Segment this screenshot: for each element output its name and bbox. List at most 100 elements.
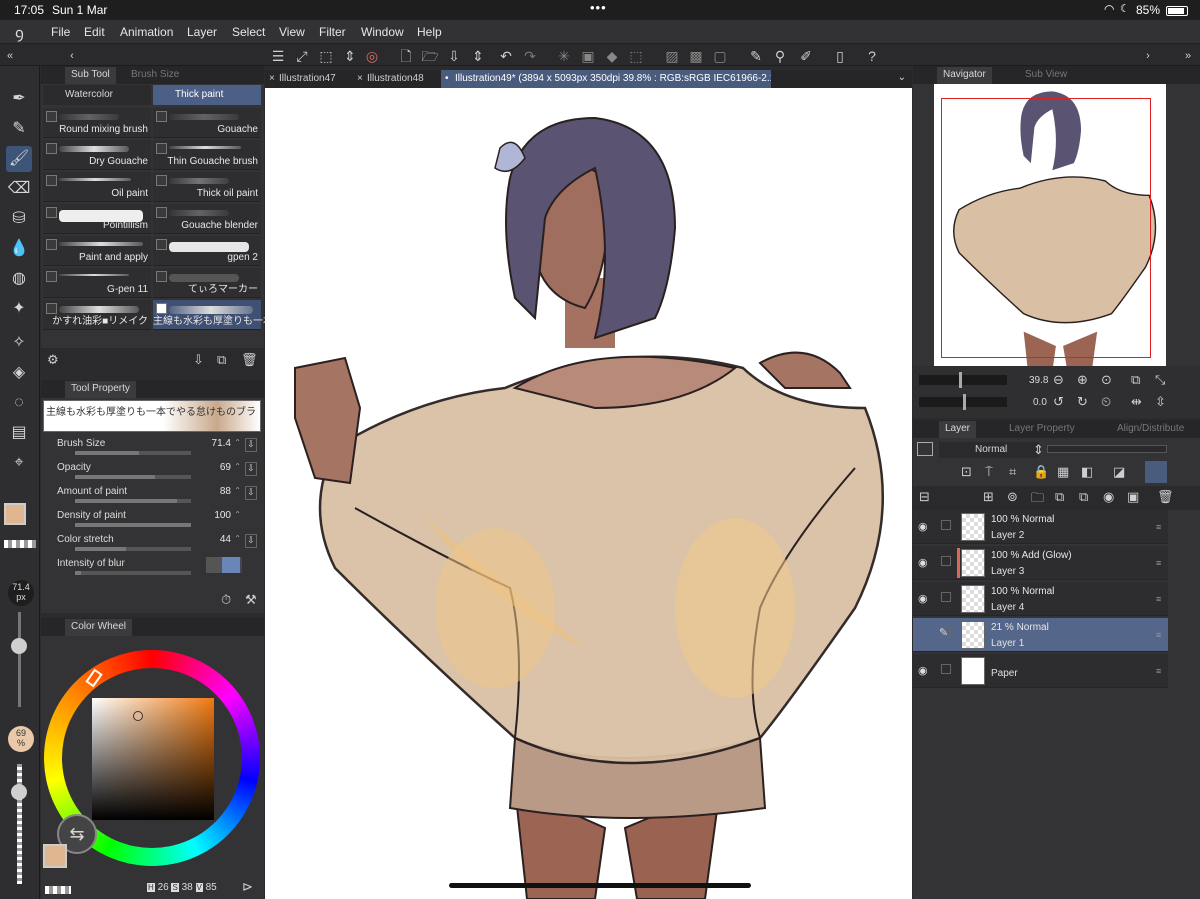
menu-file[interactable]: File [51,25,70,39]
menu-edit[interactable]: Edit [84,25,105,39]
property-slider[interactable] [75,499,191,503]
actual-size-icon[interactable]: ⊙ [1101,372,1112,388]
layer-row[interactable]: ◉ Paper ≡ [913,654,1168,688]
ruler-pen-icon[interactable]: ✎ [746,46,766,66]
snap-icon[interactable]: ⚲ [770,46,790,66]
viewport-rectangle[interactable] [941,98,1151,358]
fit-window-icon[interactable]: ⧉ [1131,372,1140,388]
menu-help[interactable]: Help [417,25,442,39]
rotate-slider[interactable] [919,394,1007,410]
stepper-icon[interactable]: ⌃ [234,534,241,543]
brush-item[interactable]: Gouache blender [153,204,261,234]
dynamics-icon[interactable]: ⇩ [245,462,257,476]
open-folder-icon[interactable]: 🗁 [420,46,440,66]
property-value[interactable]: 88 [220,486,231,497]
show-selection-icon[interactable]: ▢ [710,46,730,66]
property-value[interactable]: 71.4 [212,438,231,449]
layer-menu-icon[interactable]: ⊟ [919,489,930,505]
stepper-icon[interactable]: ⌃ [234,510,241,519]
drag-handle-icon[interactable]: ≡ [1156,594,1161,604]
property-slider[interactable] [75,475,191,479]
layer-row[interactable]: ✎ 21 % Normal Layer 1 ≡ [913,618,1168,652]
stepper-icon[interactable]: ⌃ [234,462,241,471]
transform-icon[interactable]: ⬚ [316,46,336,66]
new-file-icon[interactable]: 🗋 [396,46,416,66]
brush-item[interactable]: かすれ油彩■リメイク [43,300,151,330]
stepper-icon[interactable]: ⌃ [234,438,241,447]
tab-subtool[interactable]: Sub Tool [65,67,116,84]
color-mode-icon[interactable]: ⊳ [242,879,253,895]
duplicate-icon[interactable]: ⧉ [217,352,226,368]
device-icon[interactable]: ▯ [830,46,850,66]
hamburger-menu-icon[interactable]: ☰ [268,46,288,66]
navigator-preview[interactable] [934,84,1166,372]
menu-view[interactable]: View [279,25,305,39]
drag-handle-icon[interactable]: ≡ [1156,630,1161,640]
dynamics-icon[interactable]: ⇩ [245,534,257,548]
mask-icon[interactable]: ◧ [1081,464,1093,480]
deselect-icon[interactable]: ▨ [662,46,682,66]
property-slider[interactable] [75,451,191,455]
download-icon[interactable]: ⇩ [193,352,204,368]
property-row[interactable]: Amount of paint 88 ⌃ ⇩ [57,486,257,510]
menu-animation[interactable]: Animation [120,25,173,39]
reference-layer-icon[interactable]: ⊡ [961,464,972,480]
brush-item[interactable]: Pointillism [43,204,151,234]
sv-cursor[interactable] [133,711,143,721]
fill-icon[interactable]: ◆ [602,46,622,66]
app-logo-icon[interactable]: ꝯ [15,23,24,43]
property-value[interactable]: 69 [220,462,231,473]
brush-item-selected[interactable]: 主線も水彩も厚塗りも一本 [153,300,273,330]
chevron-left-icon[interactable]: ‹ [62,46,82,66]
fill-tool-icon[interactable]: ◈ [6,360,32,386]
brush-tool-icon[interactable]: 🖌 [6,146,32,172]
tab-color-wheel[interactable]: Color Wheel [65,619,133,636]
clear-icon[interactable]: ✳ [554,46,574,66]
lock-transparent-icon[interactable]: ▦ [1057,464,1069,480]
drag-handle-icon[interactable]: ≡ [1156,522,1161,532]
undo-icon[interactable]: ↶ [496,46,516,66]
record-icon[interactable]: ◎ [362,46,382,66]
new-vector-layer-icon[interactable]: ⊚ [1007,489,1018,505]
snap2-icon[interactable]: ✐ [796,46,816,66]
merge-icon[interactable]: ⧉ [1079,489,1088,505]
zoom-out-icon[interactable]: ⊖ [1053,372,1064,388]
main-color-swatch[interactable] [4,503,26,525]
layer-lock-toggle[interactable] [941,520,951,530]
reset-rotation-icon[interactable]: ⏲ [1101,394,1111,410]
layer-color-icon[interactable] [917,442,933,456]
fit-canvas-icon[interactable]: ⤢ [292,46,312,66]
help-icon[interactable]: ? [862,46,882,66]
invert-select-icon[interactable]: ▩ [686,46,706,66]
transparent-swatch[interactable] [4,540,36,548]
dynamics-icon[interactable]: ⇩ [245,438,257,452]
visibility-eye-icon[interactable]: ◉ [918,592,928,605]
apply-mask-icon[interactable]: ▣ [1127,489,1139,505]
airbrush-tool-icon[interactable]: ⛁ [6,206,32,232]
wrench-icon[interactable]: ⚒ [245,592,257,608]
blend-tool-icon[interactable]: 💧 [6,236,32,262]
layer-lock-toggle[interactable] [941,664,951,674]
saturation-value-square[interactable] [92,698,214,820]
eyedropper-tool-icon[interactable]: ⌖ [6,450,32,476]
eraser-tool-icon[interactable]: ⌫ [6,176,32,202]
reset-icon[interactable]: ⏱ [221,592,231,608]
decoration-tool-icon[interactable]: ✦ [6,296,32,322]
new-folder-icon[interactable]: 🗀 [1031,489,1044,511]
layer-lock-toggle[interactable] [941,556,951,566]
property-row[interactable]: Opacity 69 ⌃ ⇩ [57,462,257,486]
brush-item[interactable]: G-pen 11 [43,268,151,298]
subtool-settings-icon[interactable]: ⚙ [47,352,59,368]
brush-item[interactable]: Paint and apply [43,236,151,266]
zoom-slider[interactable] [919,372,1007,388]
tab-align-distribute[interactable]: Align/Distribute [1117,423,1184,434]
property-value[interactable]: 44 [220,534,231,545]
pen-tool-icon[interactable]: ✒ [6,86,32,112]
menu-select[interactable]: Select [232,25,265,39]
tab-brush-size[interactable]: Brush Size [131,69,179,80]
tab-navigator[interactable]: Navigator [937,67,992,84]
tab-layer-property[interactable]: Layer Property [1009,423,1075,434]
multitask-dots[interactable]: ••• [590,0,607,15]
layer-row[interactable]: ◉ 100 % Normal Layer 4 ≡ [913,582,1168,616]
clip-icon[interactable]: ⌗ [1009,464,1016,480]
